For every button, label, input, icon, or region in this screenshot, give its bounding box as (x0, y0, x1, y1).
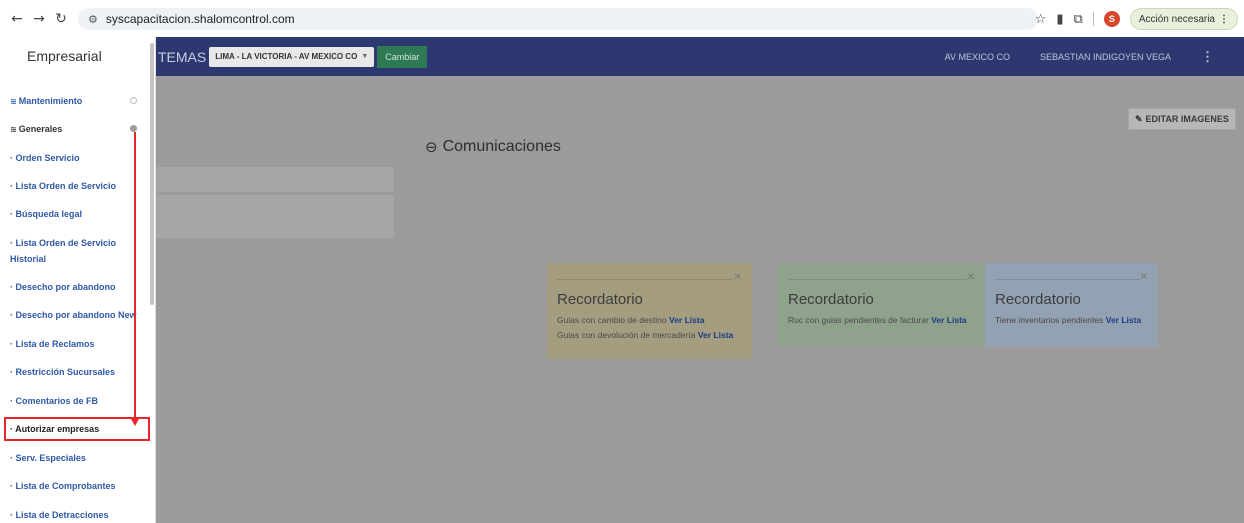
card-divider (557, 279, 734, 280)
card-line-text: Guias con cambio de destino (557, 315, 667, 325)
card-title: Recordatorio (995, 291, 1081, 308)
annotation-arrow-head (130, 417, 140, 426)
close-icon[interactable]: ✕ (967, 272, 975, 283)
edit-images-button[interactable]: ✎ EDITAR IMAGENES (1128, 108, 1236, 130)
extensions-puzzle-icon[interactable]: ⧉ (1074, 12, 1083, 27)
top-navbar: TEMAS LIMA - LA VICTORIA - AV MEXICO CO … (156, 37, 1244, 76)
app-content: TEMAS LIMA - LA VICTORIA - AV MEXICO CO … (0, 37, 1244, 523)
arrow-left-icon[interactable]: ← (6, 8, 28, 30)
card-divider (995, 279, 1140, 280)
layers-icon: ≋ (10, 125, 17, 134)
sidebar-item-label: · Lista Orden de Servicio (10, 238, 117, 248)
sidebar-item-desecho-abandono[interactable]: · Desecho por abandono (10, 282, 116, 292)
card-line: Ruc con guias pendientes de facturar Ver… (788, 315, 975, 325)
card-line-text: Ruc con guias pendientes de facturar (788, 315, 929, 325)
card-line-text: Guias con devolución de mercadería (557, 330, 696, 340)
card-line: Guias con cambio de destino Ver Lista (557, 315, 742, 325)
edit-icon: ✎ (1135, 113, 1143, 124)
sidebar-item-label: Historial (10, 254, 47, 264)
browser-actions: ☆ ▮ ⧉ S Acción necesaria ⋮ (1035, 7, 1238, 31)
card-title: Recordatorio (788, 291, 874, 308)
sidebar-item-lista-detracciones[interactable]: · Lista de Detracciones (10, 510, 109, 520)
sidebar-item-autorizar-empresas[interactable]: · Autorizar empresas (10, 424, 99, 434)
sidebar: Empresarial ≋ Mantenimiento ≋ Generales · … (0, 37, 156, 523)
address-bar[interactable]: ⚙ syscapacitacion.shalomcontrol.com (78, 8, 1038, 30)
branch-select[interactable]: LIMA - LA VICTORIA - AV MEXICO CO ▼ (209, 46, 375, 67)
sidebar-item-lista-reclamos[interactable]: · Lista de Reclamos (10, 339, 95, 349)
card-line: Guias con devolución de mercadería Ver L… (557, 330, 742, 340)
sidebar-title: Empresarial (27, 48, 102, 64)
branch-select-value: LIMA - LA VICTORIA - AV MEXICO CO (215, 52, 358, 61)
view-list-link[interactable]: Ver Lista (698, 330, 733, 340)
brand-title: TEMAS (158, 48, 207, 65)
section-title-text: Comunicaciones (442, 138, 561, 155)
sidebar-item-lista-comprobantes[interactable]: · Lista de Comprobantes (10, 481, 116, 491)
action-needed-label: Acción necesaria (1138, 13, 1215, 25)
caret-down-icon: ▼ (361, 53, 369, 60)
sidebar-group-label: Generales (18, 124, 63, 134)
collapse-indicator (130, 125, 137, 132)
navbar-right: AV MEXICO CO SEBASTIAN INDIGOYEN VEGA ⋮ (945, 37, 1214, 76)
reminder-card: ✕ Recordatorio Guias con cambio de desti… (547, 263, 752, 359)
sidebar-item-orden-servicio[interactable]: · Orden Servicio (10, 153, 80, 163)
user-name[interactable]: SEBASTIAN INDIGOYEN VEGA (1040, 52, 1171, 62)
browser-toolbar: ← → ↻ ⚙ syscapacitacion.shalomcontrol.co… (0, 0, 1244, 37)
sidebar-item-restriccion-sucursales[interactable]: · Restricción Sucursales (10, 367, 115, 377)
action-needed-button[interactable]: Acción necesaria ⋮ (1129, 8, 1238, 30)
change-branch-button[interactable]: Cambiar (377, 45, 428, 68)
sidebar-group-mantenimiento[interactable]: ≋ Mantenimiento (10, 96, 82, 106)
card-title: Recordatorio (557, 291, 643, 308)
close-icon[interactable]: ✕ (734, 272, 742, 283)
sidebar-item-lista-orden-historial[interactable]: · Lista Orden de Servicio Historial (10, 238, 116, 264)
view-list-link[interactable]: Ver Lista (931, 315, 966, 325)
edit-images-label: EDITAR IMAGENES (1145, 114, 1229, 124)
card-line: Tiene inventarios pendientes Ver Lista (995, 315, 1148, 325)
view-list-link[interactable]: Ver Lista (669, 315, 704, 325)
sidebar-item-desecho-abandono-new[interactable]: · Desecho por abandono New (10, 310, 137, 320)
divider (1092, 12, 1094, 26)
sidebar-scrollbar[interactable] (150, 43, 154, 305)
profile-avatar[interactable]: S (1103, 11, 1120, 27)
card-divider (788, 279, 967, 280)
card-line-text: Tiene inventarios pendientes (995, 315, 1104, 325)
sidebar-group-label: Mantenimiento (18, 96, 83, 106)
reload-icon[interactable]: ↻ (50, 8, 72, 30)
circle-arrow-left-icon[interactable]: ⊖ (425, 138, 438, 156)
annotation-arrow (134, 132, 136, 420)
reminder-card: ✕ Recordatorio Ruc con guias pendientes … (778, 263, 985, 347)
arrow-right-icon[interactable]: → (28, 8, 50, 30)
collapse-indicator (130, 97, 137, 104)
content-panel (156, 195, 394, 238)
sidebar-item-busqueda-legal[interactable]: · Búsqueda legal (10, 209, 82, 219)
layers-icon: ≋ (10, 97, 17, 106)
section-title: ⊖ Comunicaciones (425, 138, 561, 156)
sidebar-item-serv-especiales[interactable]: · Serv. Especiales (10, 453, 86, 463)
content-panel (156, 167, 394, 192)
reminder-card: ✕ Recordatorio Tiene inventarios pendien… (985, 263, 1158, 347)
bookmark-star-icon[interactable]: ☆ (1035, 12, 1047, 27)
sidebar-group-generales[interactable]: ≋ Generales (10, 124, 62, 134)
location-label[interactable]: AV MEXICO CO (945, 52, 1010, 62)
site-settings-icon[interactable]: ⚙ (88, 13, 98, 26)
kebab-menu-icon: ⋮ (1219, 13, 1229, 25)
close-icon[interactable]: ✕ (1140, 272, 1148, 283)
sidebar-item-lista-orden-servicio[interactable]: · Lista Orden de Servicio (10, 181, 116, 191)
sidebar-panel-icon[interactable]: ▮ (1056, 12, 1063, 27)
view-list-link[interactable]: Ver Lista (1106, 315, 1141, 325)
kebab-menu-icon[interactable]: ⋮ (1201, 49, 1214, 65)
url-text: syscapacitacion.shalomcontrol.com (105, 12, 295, 26)
sidebar-item-comentarios-fb[interactable]: · Comentarios de FB (10, 396, 98, 406)
